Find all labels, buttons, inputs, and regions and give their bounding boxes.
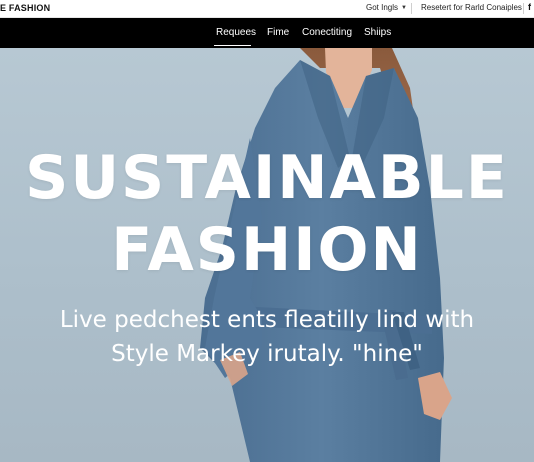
facebook-icon[interactable]: f [528,2,531,12]
divider [411,3,412,14]
nav-item-shiips[interactable]: Shiips [364,27,391,38]
hero-title-line-1: SUSTAINABLE [25,143,509,213]
main-navigation: Requees Fime Conectiting Shiips [0,18,534,48]
hero-subtitle-line-2: Style Markey irutaly. "hine" [111,341,423,367]
hero-banner: SUSTAINABLE FASHION Live pedchest ents f… [0,48,534,462]
language-selector[interactable]: Got Ingls ▼ [366,3,407,12]
hero-subtitle-line-1: Live pedchest ents fleatilly lind with [59,307,475,333]
nav-item-fime[interactable]: Fime [267,27,289,38]
divider [523,3,524,14]
nav-item-requees[interactable]: Requees [216,27,256,38]
top-utility-bar: E FASHION Got Ingls ▼ Resetert for Rarld… [0,0,534,18]
chevron-down-icon: ▼ [401,4,407,11]
nav-item-conectiting[interactable]: Conectiting [302,27,352,38]
language-label: Got Ingls [366,3,399,12]
hero-title-line-2: FASHION [111,215,423,285]
promo-link[interactable]: Resetert for Rarld Conaiples [421,3,522,12]
active-nav-indicator [214,45,251,46]
brand-logo[interactable]: E FASHION [0,3,50,13]
